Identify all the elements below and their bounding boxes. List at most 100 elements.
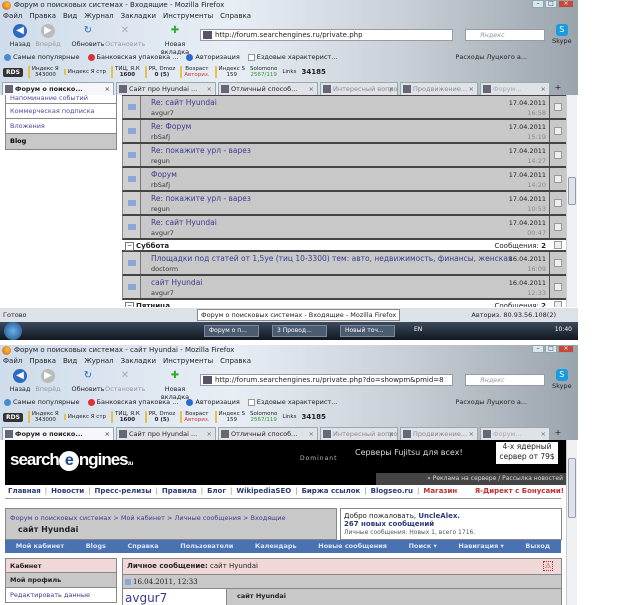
day-group-header[interactable]: СубботаСообщения: 2 xyxy=(122,240,566,252)
searchengines-logo[interactable]: search e ngines.ru xyxy=(10,450,133,471)
menu-bookmarks[interactable]: Закладки xyxy=(121,11,156,22)
forum-nav-item[interactable]: Мой кабинет xyxy=(16,540,64,553)
menu-tools[interactable]: Инструменты xyxy=(163,356,213,367)
select-checkbox[interactable] xyxy=(554,241,562,249)
forum-nav-item[interactable]: Пользователи xyxy=(180,540,233,553)
search-input[interactable]: Яндекс xyxy=(465,29,545,41)
scrollbar[interactable] xyxy=(566,95,577,307)
select-checkbox[interactable] xyxy=(554,259,562,267)
bookmark-item[interactable]: Ездовые характерист... xyxy=(247,395,337,409)
maximize-button[interactable]: □ xyxy=(545,0,557,8)
tab[interactable]: Продвижение... × xyxy=(400,427,478,440)
rds-button[interactable]: RDS xyxy=(3,67,23,77)
menu-edit[interactable]: Правка xyxy=(29,356,56,367)
select-checkbox[interactable] xyxy=(554,199,562,207)
close-button[interactable]: × xyxy=(558,345,574,353)
day-group-header[interactable]: ПятницаСообщения: 2 xyxy=(122,300,566,307)
tab[interactable]: Форум о поиско... × xyxy=(2,427,114,440)
bookmark-item[interactable]: Самые популярные xyxy=(4,395,80,409)
top-link[interactable]: Биржа ссылок xyxy=(302,487,361,495)
pm-summary[interactable]: Личные сообщения: Новых 1, всего 1716. xyxy=(344,529,475,536)
breadcrumb-path[interactable]: Форум о поисковых системах > Мой кабинет… xyxy=(10,514,286,522)
select-checkbox[interactable] xyxy=(554,301,562,307)
new-tab-plus-button[interactable]: + xyxy=(552,427,564,440)
table-row[interactable]: Re: сайт Hyundai avgur7 17.04.2011 00:47 xyxy=(122,216,566,240)
search-input[interactable]: Яндекс xyxy=(465,374,545,386)
url-bar[interactable]: http://forum.searchengines.ru/private.ph… xyxy=(200,29,453,41)
close-button[interactable]: × xyxy=(558,0,574,8)
forum-nav-item[interactable]: Справка xyxy=(127,540,158,553)
top-link[interactable]: Пресс-релизы xyxy=(95,487,152,495)
top-link[interactable]: WikipediaSEO xyxy=(236,487,291,495)
ad-links[interactable]: » Реклама на сервере / Рассылка новостей xyxy=(376,473,566,485)
ad-box[interactable]: 4-х ядерный сервер от 79$ xyxy=(496,442,558,464)
url-bar[interactable]: http://forum.searchengines.ru/private.ph… xyxy=(200,374,453,386)
taskbar-item[interactable]: Новый точ... xyxy=(340,325,395,337)
tab[interactable]: Форум о поиско... × xyxy=(2,82,114,95)
forward-button[interactable]: ▶ Вперёд xyxy=(28,24,68,48)
menu-file[interactable]: Файл xyxy=(3,356,22,367)
new-tab-plus-button[interactable]: + xyxy=(552,82,564,95)
tab[interactable]: Сайт про Hyundai ... × xyxy=(116,82,216,95)
tab[interactable]: Отличный способ... × xyxy=(218,82,318,95)
top-link[interactable]: Главная xyxy=(8,487,41,495)
forum-nav-item[interactable]: Выход xyxy=(525,540,550,553)
sidebar-item-reminders[interactable]: Напоминание событий xyxy=(5,95,117,104)
tab[interactable]: Интересный вопрос А...× xyxy=(320,427,398,440)
maximize-button[interactable]: □ xyxy=(545,345,557,353)
forum-nav-item[interactable]: Blogs xyxy=(86,540,106,553)
new-messages-link[interactable]: 267 новых сообщений xyxy=(344,520,434,528)
table-row[interactable]: Re: покажите урл - варез regun 17.04.2011 1… xyxy=(122,144,566,168)
table-row[interactable]: Площадки под статей от 1,5уе (тиц 10-330… xyxy=(122,252,566,276)
top-link[interactable]: Новости xyxy=(51,487,84,495)
taskbar-item[interactable]: Форум о п... xyxy=(204,325,259,337)
language-indicator[interactable]: EN xyxy=(414,326,422,333)
new-tab-button[interactable]: ✚ Новая вкладка xyxy=(150,24,200,56)
top-link[interactable]: Blogseo.ru xyxy=(371,487,413,495)
message-title[interactable]: Площадки под статей от 1,5уе (тиц 10-330… xyxy=(151,254,512,263)
forum-nav-item[interactable]: Новые сообщения xyxy=(318,540,387,553)
top-link[interactable]: Блог xyxy=(207,487,226,495)
menu-history[interactable]: Журнал xyxy=(84,11,113,22)
select-checkbox[interactable] xyxy=(554,283,562,291)
message-title[interactable]: Re: Форум xyxy=(151,122,191,131)
select-checkbox[interactable] xyxy=(554,151,562,159)
bookmark-item[interactable]: Расходы Луцкого а... xyxy=(455,395,527,409)
tab[interactable]: Интересный вопрос А...× xyxy=(320,82,398,95)
select-checkbox[interactable] xyxy=(554,127,562,135)
new-tab-button[interactable]: ✚ Новая вкладка xyxy=(150,369,200,401)
username-link[interactable]: UncleAlex. xyxy=(418,512,460,520)
shop-link[interactable]: Магазин xyxy=(423,487,457,495)
reload-button[interactable]: ↻ Обновить xyxy=(68,369,108,393)
table-row[interactable]: Форум rbSafj 17.04.2011 14:20 xyxy=(122,168,566,192)
sidebar-item-attachments[interactable]: Вложения xyxy=(5,119,117,134)
minimize-button[interactable]: – xyxy=(532,345,544,353)
table-row[interactable]: сайт Hyundai avgur7 16.04.2011 12:33 xyxy=(122,276,566,300)
stop-button[interactable]: ✕ Остановить xyxy=(105,24,145,48)
message-title[interactable]: Re: сайт Hyundai xyxy=(151,98,217,107)
tab[interactable]: Форум... × xyxy=(480,82,550,95)
menu-help[interactable]: Справка xyxy=(220,356,251,367)
skype-button[interactable]: S Skype xyxy=(552,369,572,390)
menu-file[interactable]: Файл xyxy=(3,11,22,22)
select-checkbox[interactable] xyxy=(554,103,562,111)
forum-nav-item[interactable]: Календарь xyxy=(255,540,297,553)
bookmark-item[interactable]: Самые популярные xyxy=(4,50,80,64)
menu-bookmarks[interactable]: Закладки xyxy=(121,356,156,367)
table-row[interactable]: Re: покажите урл - варез regun 17.04.2011 1… xyxy=(122,192,566,216)
select-checkbox[interactable] xyxy=(554,223,562,231)
reload-button[interactable]: ↻ Обновить xyxy=(68,24,108,48)
menu-help[interactable]: Справка xyxy=(220,11,251,22)
message-title[interactable]: сайт Hyundai xyxy=(151,278,202,287)
dominant-logo[interactable]: Dominant xyxy=(300,455,337,462)
yandex-direct-link[interactable]: Я-Директ с Бонусами! xyxy=(475,487,564,495)
message-title[interactable]: Re: покажите урл - варез xyxy=(151,194,251,203)
table-row[interactable]: Re: сайт Hyundai avgur7 17.04.2011 16:58 xyxy=(122,96,566,120)
ad-text[interactable]: Серверы Fujitsu для всех! xyxy=(355,448,463,457)
menu-view[interactable]: Вид xyxy=(63,11,77,22)
taskbar-item[interactable]: 3 Провод... xyxy=(272,325,327,337)
sidebar-item-subscription[interactable]: Коммерческая подписка xyxy=(5,104,117,119)
message-title[interactable]: Re: покажите урл - варез xyxy=(151,146,251,155)
bookmark-item[interactable]: Ездовые характерист... xyxy=(247,50,337,64)
stop-button[interactable]: ✕ Остановить xyxy=(105,369,145,393)
